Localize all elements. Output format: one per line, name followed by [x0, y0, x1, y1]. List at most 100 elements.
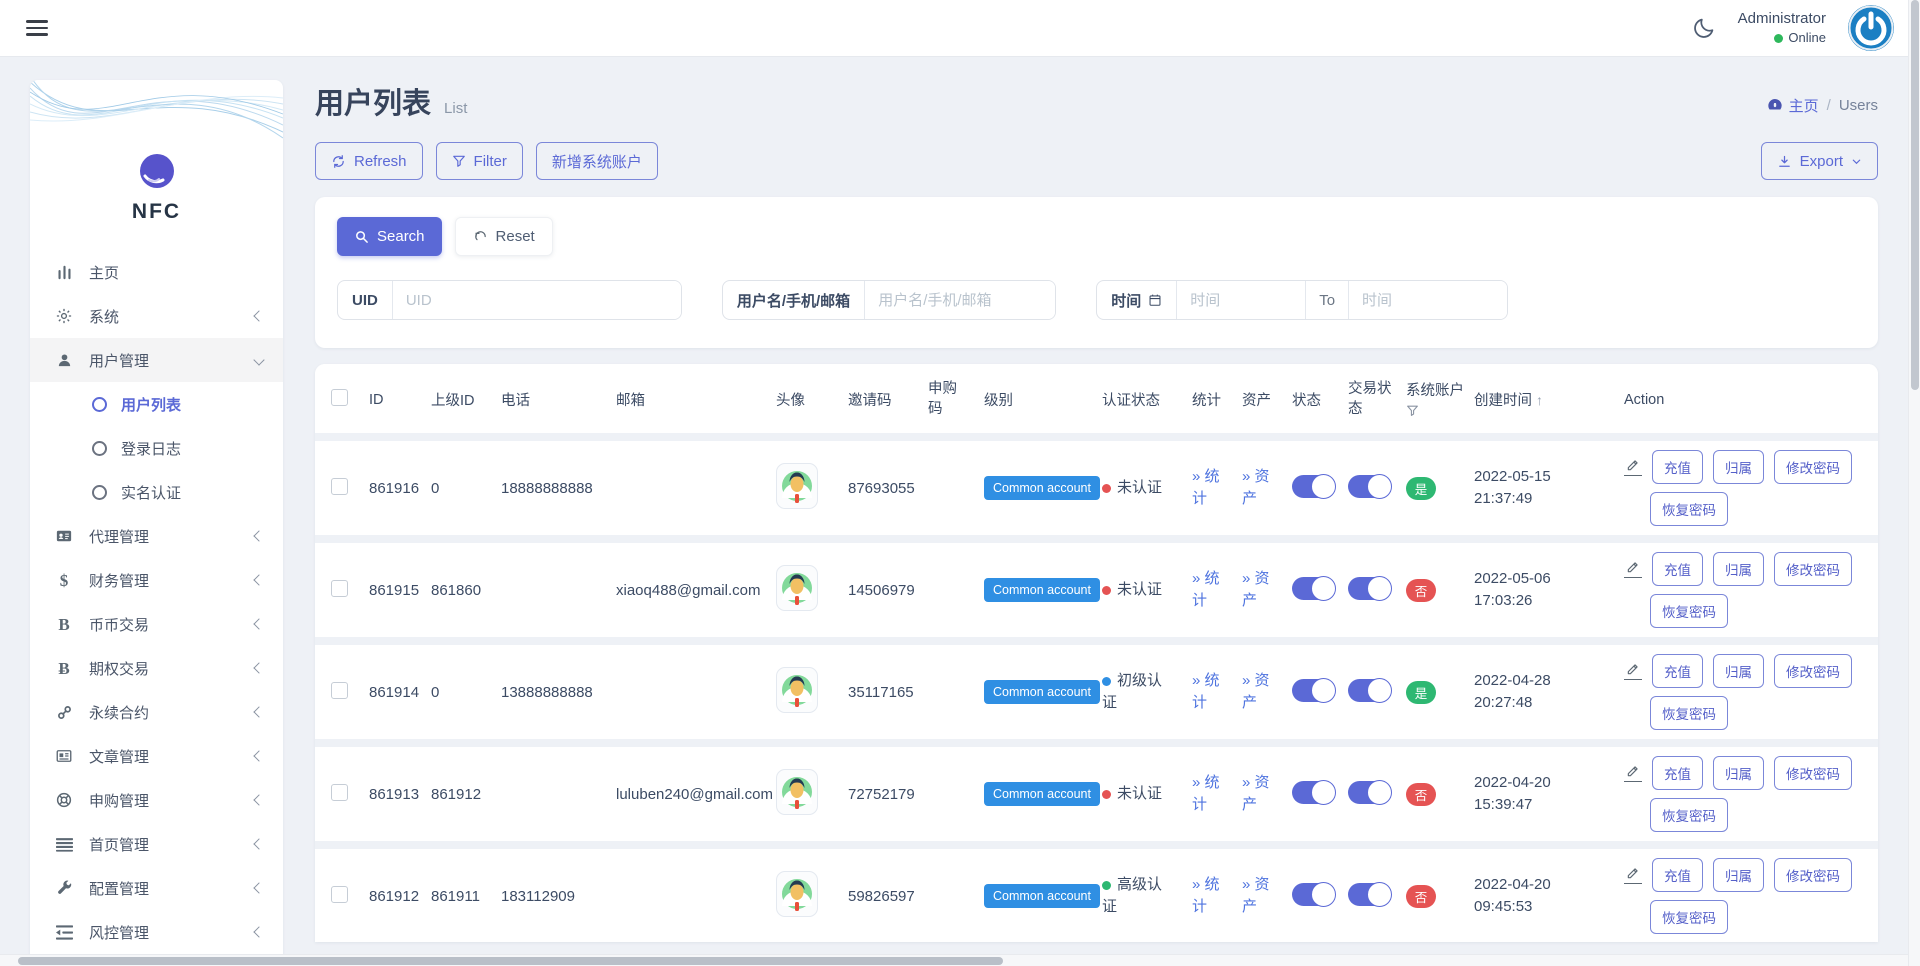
recharge-button[interactable]: 充值 [1652, 552, 1703, 586]
time-to-input[interactable] [1349, 281, 1507, 319]
toolbar: Refresh Filter 新增系统账户 Export [315, 142, 1878, 180]
restore-password-button[interactable]: 恢复密码 [1650, 900, 1728, 934]
trade-status-toggle[interactable] [1348, 679, 1390, 702]
sidebar-subitem-login-log[interactable]: 登录日志 [30, 426, 283, 470]
row-checkbox[interactable] [331, 580, 348, 597]
restore-password-button[interactable]: 恢复密码 [1650, 696, 1728, 730]
recharge-button[interactable]: 充值 [1652, 654, 1703, 688]
stats-link[interactable]: » 统计 [1192, 568, 1231, 613]
cell-actions: 充值 归属 修改密码 恢复密码 [1600, 858, 1878, 934]
row-checkbox[interactable] [331, 784, 348, 801]
recharge-button[interactable]: 充值 [1652, 858, 1703, 892]
add-system-account-button[interactable]: 新增系统账户 [536, 142, 658, 180]
stats-link[interactable]: » 统计 [1192, 874, 1231, 919]
trade-status-toggle[interactable] [1348, 475, 1390, 498]
row-checkbox[interactable] [331, 886, 348, 903]
attribution-button[interactable]: 归属 [1713, 858, 1764, 892]
horizontal-scrollbar-thumb[interactable] [18, 957, 1003, 965]
horizontal-scrollbar[interactable] [0, 954, 1908, 966]
sidebar-item-homepage-management[interactable]: 首页管理 [30, 822, 283, 866]
system-account-badge: 否 [1406, 885, 1436, 908]
sidebar-item-config-management[interactable]: 配置管理 [30, 866, 283, 910]
row-checkbox[interactable] [331, 682, 348, 699]
avatar-thumbnail[interactable] [776, 769, 818, 815]
restore-password-button[interactable]: 恢复密码 [1650, 798, 1728, 832]
sidebar-item-user-management[interactable]: 用户管理 [30, 338, 283, 382]
logo-text: NFC [30, 200, 283, 224]
sidebar-item-article-management[interactable]: 文章管理 [30, 734, 283, 778]
cell-phone: 13888888888 [501, 684, 616, 701]
export-button[interactable]: Export [1761, 142, 1878, 180]
search-button[interactable]: Search [337, 217, 442, 256]
edit-icon[interactable] [1624, 764, 1642, 782]
avatar-thumbnail[interactable] [776, 667, 818, 713]
status-toggle[interactable] [1292, 883, 1334, 906]
recharge-button[interactable]: 充值 [1652, 756, 1703, 790]
status-toggle[interactable] [1292, 475, 1334, 498]
attribution-button[interactable]: 归属 [1713, 654, 1764, 688]
vertical-scrollbar[interactable] [1908, 0, 1920, 966]
cell-email: luluben240@gmail.com [616, 786, 776, 803]
avatar-thumbnail[interactable] [776, 565, 818, 611]
restore-password-button[interactable]: 恢复密码 [1650, 594, 1728, 628]
sidebar-subitem-real-name-auth[interactable]: 实名认证 [30, 470, 283, 514]
sidebar-item-subscription-management[interactable]: 申购管理 [30, 778, 283, 822]
breadcrumb-home-link[interactable]: 主页 [1767, 95, 1819, 116]
header-created[interactable]: 创建时间↑ [1474, 389, 1600, 410]
trade-status-toggle[interactable] [1348, 577, 1390, 600]
sidebar-subitem-user-list[interactable]: 用户列表 [30, 382, 283, 426]
attribution-button[interactable]: 归属 [1713, 552, 1764, 586]
change-password-button[interactable]: 修改密码 [1774, 654, 1852, 688]
reset-button[interactable]: Reset [455, 217, 553, 256]
edit-icon[interactable] [1624, 458, 1642, 476]
attribution-button[interactable]: 归属 [1713, 756, 1764, 790]
change-password-button[interactable]: 修改密码 [1774, 552, 1852, 586]
row-checkbox[interactable] [331, 478, 348, 495]
user-avatar[interactable] [1848, 5, 1894, 51]
stats-link[interactable]: » 统计 [1192, 772, 1231, 817]
attribution-button[interactable]: 归属 [1713, 450, 1764, 484]
assets-link[interactable]: » 资产 [1242, 568, 1281, 613]
stats-link[interactable]: » 统计 [1192, 670, 1231, 715]
sidebar-item-system[interactable]: 系统 [30, 294, 283, 338]
sidebar-item-label: 币币交易 [89, 614, 149, 635]
stats-link[interactable]: » 统计 [1192, 466, 1231, 511]
username-input[interactable] [865, 281, 1055, 319]
edit-icon[interactable] [1624, 662, 1642, 680]
status-toggle[interactable] [1292, 577, 1334, 600]
vertical-scrollbar-thumb[interactable] [1911, 0, 1919, 390]
refresh-button[interactable]: Refresh [315, 142, 423, 180]
sidebar-item-finance-management[interactable]: $ 财务管理 [30, 558, 283, 602]
sidebar-item-home[interactable]: 主页 [30, 250, 283, 294]
edit-icon[interactable] [1624, 560, 1642, 578]
dark-mode-icon[interactable] [1692, 16, 1716, 40]
change-password-button[interactable]: 修改密码 [1774, 858, 1852, 892]
assets-link[interactable]: » 资产 [1242, 466, 1281, 511]
filter-button[interactable]: Filter [436, 142, 523, 180]
select-all-checkbox[interactable] [331, 389, 348, 406]
sidebar-item-agent-management[interactable]: 代理管理 [30, 514, 283, 558]
filter-funnel-icon[interactable] [1406, 404, 1419, 417]
change-password-button[interactable]: 修改密码 [1774, 756, 1852, 790]
status-toggle[interactable] [1292, 781, 1334, 804]
time-from-input[interactable] [1177, 281, 1305, 319]
assets-link[interactable]: » 资产 [1242, 670, 1281, 715]
edit-icon[interactable] [1624, 866, 1642, 884]
avatar-thumbnail[interactable] [776, 463, 818, 509]
sidebar-item-options-trading[interactable]: Ƀ 期权交易 [30, 646, 283, 690]
menu-toggle-icon[interactable] [26, 16, 48, 40]
trade-status-toggle[interactable] [1348, 883, 1390, 906]
status-toggle[interactable] [1292, 679, 1334, 702]
sidebar-item-risk-management[interactable]: 风控管理 [30, 910, 283, 954]
change-password-button[interactable]: 修改密码 [1774, 450, 1852, 484]
trade-status-toggle[interactable] [1348, 781, 1390, 804]
avatar-thumbnail[interactable] [776, 871, 818, 917]
assets-link[interactable]: » 资产 [1242, 874, 1281, 919]
assets-link[interactable]: » 资产 [1242, 772, 1281, 817]
sidebar-item-perpetual-contract[interactable]: 永续合约 [30, 690, 283, 734]
cell-parent-id: 0 [431, 684, 501, 701]
uid-input[interactable] [393, 281, 681, 319]
restore-password-button[interactable]: 恢复密码 [1650, 492, 1728, 526]
sidebar-item-coin-trading[interactable]: B 币币交易 [30, 602, 283, 646]
recharge-button[interactable]: 充值 [1652, 450, 1703, 484]
